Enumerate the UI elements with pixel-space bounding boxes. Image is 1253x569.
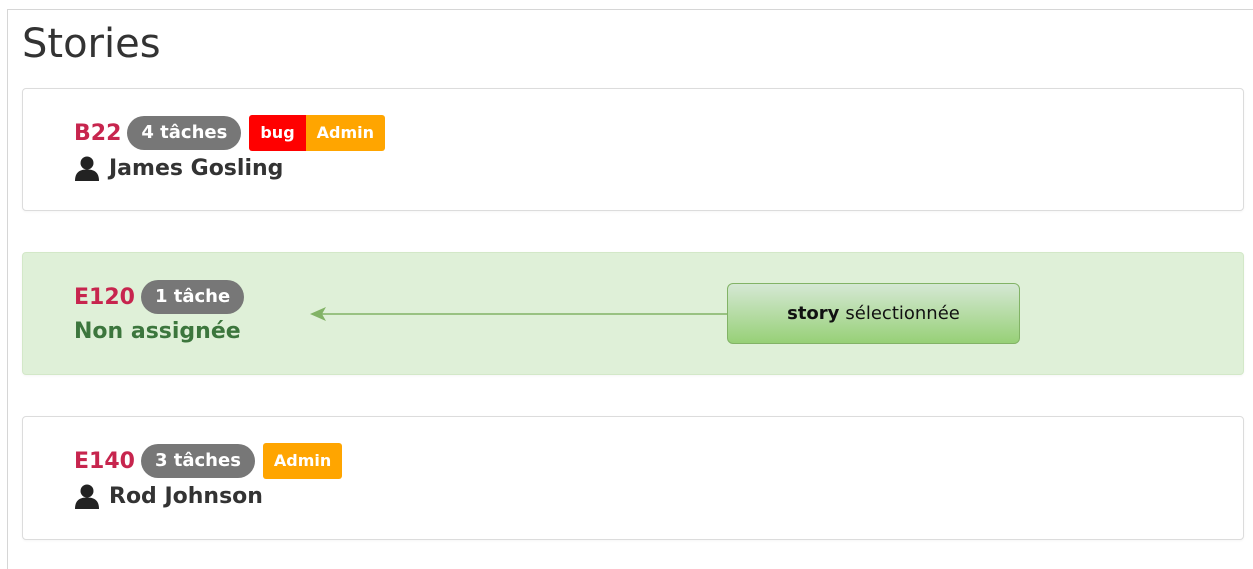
story-assignee: James Gosling (74, 155, 283, 181)
annotation-arrow (310, 307, 728, 321)
label-bug: bug (249, 115, 306, 151)
user-icon (75, 156, 99, 181)
story-assignee: Non assignée (74, 319, 241, 344)
assignee-name: James Gosling (109, 155, 284, 181)
unassigned-text: Non assignée (74, 319, 241, 344)
story-card-b22[interactable]: B22 4 tâches bug Admin James Gosling (22, 88, 1244, 211)
task-count-badge: 4 tâches (127, 116, 242, 150)
story-card-e140[interactable]: E140 3 tâches Admin Rod Johnson (22, 416, 1244, 540)
selected-story-callout: story sélectionnée (727, 283, 1020, 344)
callout-text: sélectionnée (845, 303, 960, 324)
user-icon (75, 484, 99, 509)
label-admin: Admin (305, 115, 386, 151)
story-header: E120 1 tâche (74, 279, 252, 315)
story-header: B22 4 tâches bug Admin (74, 115, 386, 151)
task-count-badge: 3 tâches (140, 444, 255, 478)
page-title: Stories (22, 21, 161, 67)
story-assignee: Rod Johnson (74, 483, 263, 509)
assignee-name: Rod Johnson (109, 483, 263, 509)
story-header: E140 3 tâches Admin (74, 443, 343, 479)
story-id[interactable]: E120 (74, 285, 135, 310)
callout-bold-text: story (787, 303, 840, 324)
story-id[interactable]: B22 (74, 121, 121, 146)
task-count-badge: 1 tâche (140, 280, 245, 314)
label-admin: Admin (262, 443, 343, 479)
story-id[interactable]: E140 (74, 449, 135, 474)
